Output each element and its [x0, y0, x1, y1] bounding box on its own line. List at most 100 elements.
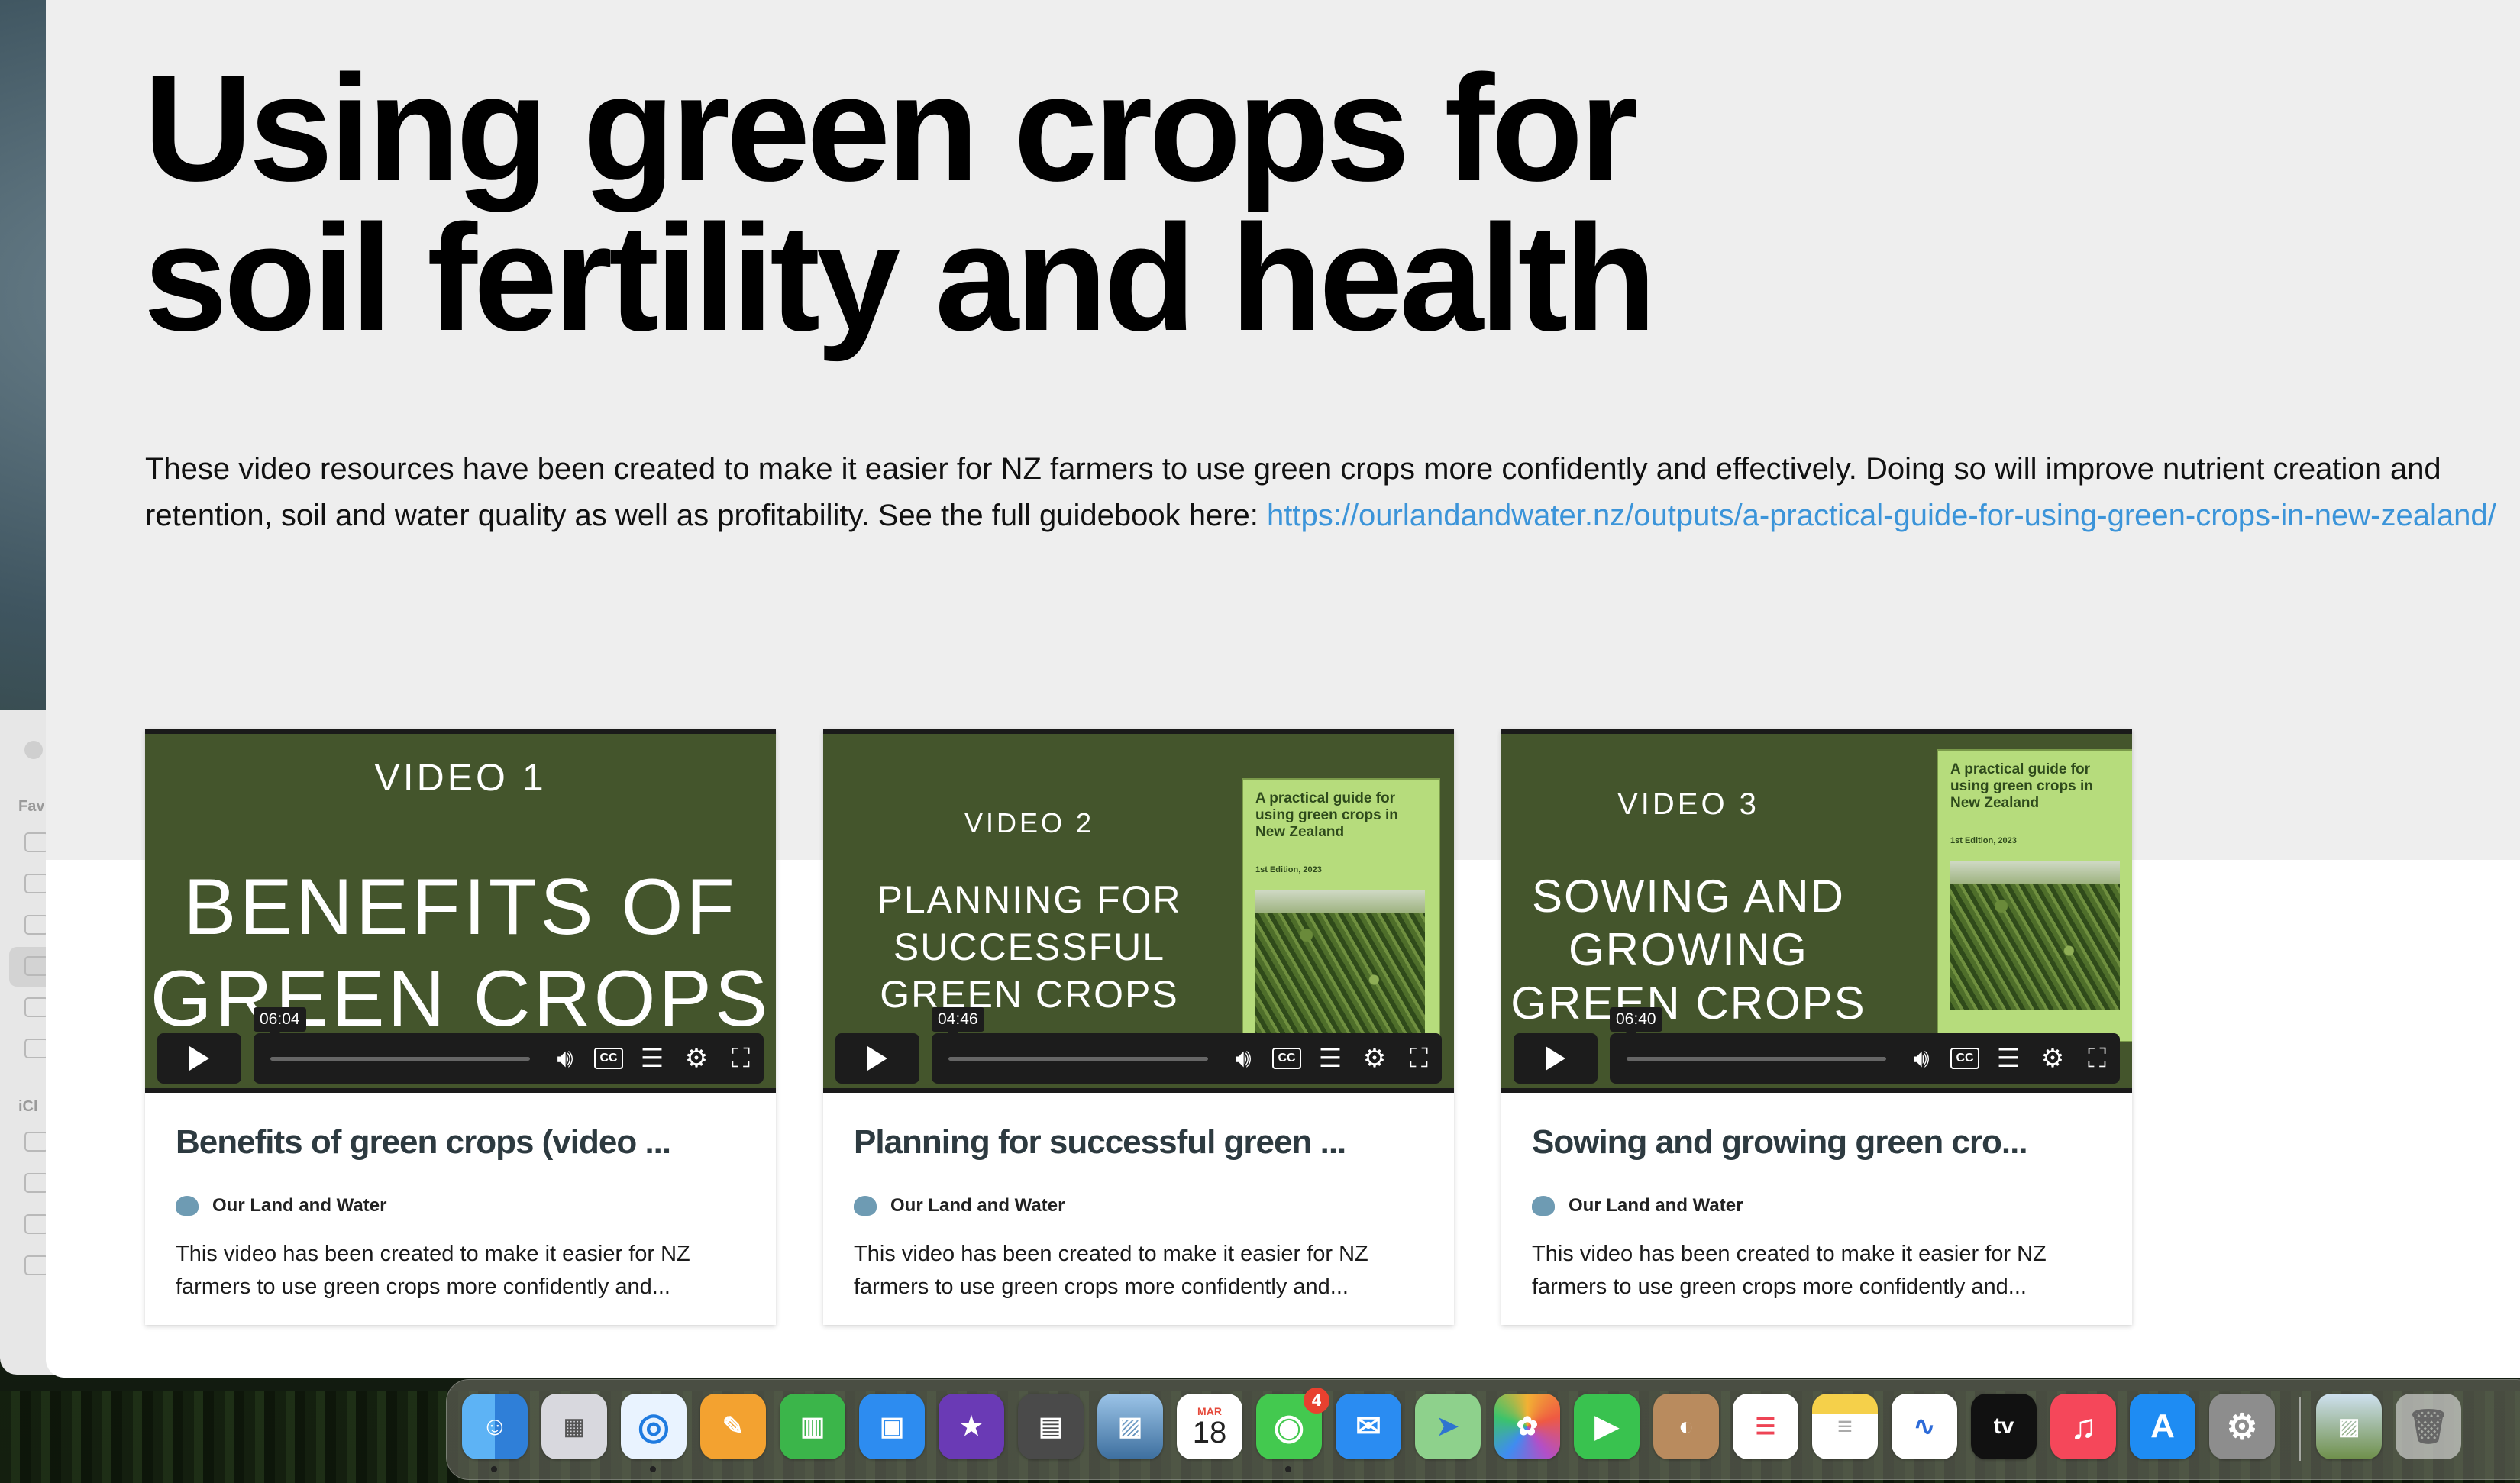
- settings-gear-icon[interactable]: ⚙: [1359, 1044, 1390, 1073]
- contacts-icon[interactable]: ◐: [1653, 1394, 1719, 1459]
- facetime-icon[interactable]: ▶: [1574, 1394, 1640, 1459]
- video-thumbnail[interactable]: VIDEO 2 PLANNING FOR SUCCESSFUL GREEN CR…: [823, 729, 1454, 1093]
- author-name[interactable]: Our Land and Water: [1569, 1195, 1743, 1216]
- reminders-icon[interactable]: ☰: [1733, 1394, 1798, 1459]
- video-title[interactable]: Planning for successful green ...: [854, 1123, 1346, 1162]
- closed-captions-icon[interactable]: CC: [594, 1048, 623, 1069]
- calculator-icon[interactable]: ▤: [1018, 1394, 1084, 1459]
- thumb-title-line3: GREEN CROPS: [1510, 977, 1866, 1029]
- guidebook-photo: [1255, 890, 1425, 1039]
- author-name[interactable]: Our Land and Water: [890, 1195, 1065, 1216]
- settings-gear-icon[interactable]: ⚙: [2037, 1044, 2068, 1073]
- video-card-2[interactable]: VIDEO 2 PLANNING FOR SUCCESSFUL GREEN CR…: [823, 729, 1454, 1325]
- running-indicator: [491, 1466, 497, 1472]
- control-icons: 🔊︎ CC ☰ ⚙ ⛶: [1228, 1044, 1434, 1073]
- safari-icon[interactable]: ◎: [621, 1394, 687, 1459]
- page-title-line1: Using green crops for: [144, 44, 1638, 212]
- apple-tv-label: tv: [1993, 1414, 2014, 1439]
- numbers-icon[interactable]: ▥: [780, 1394, 845, 1459]
- maps-icon[interactable]: ➤: [1415, 1394, 1481, 1459]
- video-title[interactable]: Sowing and growing green cro...: [1532, 1123, 2028, 1162]
- launchpad-icon[interactable]: ▦: [541, 1394, 607, 1459]
- volume-icon[interactable]: 🔊︎: [550, 1044, 580, 1073]
- apple-tv-icon[interactable]: tv: [1971, 1394, 2037, 1459]
- play-icon: [189, 1046, 209, 1071]
- freeform-icon[interactable]: ∿: [1892, 1394, 1957, 1459]
- transcript-icon[interactable]: ☰: [637, 1044, 667, 1073]
- calendar-icon[interactable]: MAR 18: [1177, 1394, 1242, 1459]
- duration-label: 06:04: [254, 1007, 306, 1038]
- video-thumbnail[interactable]: VIDEO 1 BENEFITS OF GREEN CROPS 06:04 🔊︎…: [145, 729, 776, 1093]
- fullscreen-icon[interactable]: ⛶: [1404, 1044, 1434, 1073]
- thumb-title-line1: SOWING AND: [1531, 871, 1846, 922]
- transcript-icon[interactable]: ☰: [1993, 1044, 2024, 1073]
- closed-captions-icon[interactable]: CC: [1272, 1048, 1301, 1069]
- photos-icon[interactable]: ✿: [1494, 1394, 1560, 1459]
- author-logo-icon: [1532, 1196, 1555, 1216]
- trash-icon[interactable]: 🗑︎: [2396, 1394, 2461, 1459]
- duration-label: 06:40: [1610, 1007, 1662, 1038]
- author-logo-icon: [854, 1196, 877, 1216]
- thumb-title-line2: SUCCESSFUL: [893, 926, 1166, 968]
- recent-image-stack-icon[interactable]: ▨: [2316, 1394, 2382, 1459]
- keynote-icon[interactable]: ▣: [859, 1394, 925, 1459]
- guidebook-title: A practical guide for using green crops …: [1255, 790, 1398, 840]
- duration-label: 04:46: [932, 1007, 984, 1038]
- mail-icon[interactable]: ✉: [1336, 1394, 1401, 1459]
- play-button[interactable]: [1514, 1033, 1598, 1084]
- imovie-icon[interactable]: ★: [939, 1394, 1004, 1459]
- author-logo-icon: [176, 1196, 199, 1216]
- page-description: These video resources have been created …: [145, 446, 2520, 539]
- dock-separator: [2299, 1397, 2301, 1461]
- settings-gear-icon[interactable]: ⚙: [681, 1044, 712, 1073]
- control-bar: 06:40 🔊︎ CC ☰ ⚙ ⛶: [1610, 1007, 2120, 1084]
- sidebar-section-icloud: iCl: [18, 1098, 38, 1115]
- play-icon: [1546, 1046, 1565, 1071]
- thumb-title-line1: PLANNING FOR: [877, 878, 1182, 921]
- closed-captions-icon[interactable]: CC: [1950, 1048, 1979, 1069]
- video-title[interactable]: Benefits of green crops (video ...: [176, 1123, 671, 1162]
- preview-icon[interactable]: ▨: [1097, 1394, 1163, 1459]
- video-controls: 06:04 🔊︎ CC ☰ ⚙ ⛶: [157, 1007, 764, 1084]
- pages-icon[interactable]: ✎: [700, 1394, 766, 1459]
- transcript-icon[interactable]: ☰: [1315, 1044, 1346, 1073]
- fullscreen-icon[interactable]: ⛶: [2082, 1044, 2112, 1073]
- thumb-video-number: VIDEO 3: [1617, 787, 1759, 821]
- video-controls: 06:40 🔊︎ CC ☰ ⚙ ⛶: [1514, 1007, 2120, 1084]
- fullscreen-icon[interactable]: ⛶: [725, 1044, 756, 1073]
- thumb-title-line2: GREEN CROPS: [150, 955, 771, 1043]
- video-card-3[interactable]: VIDEO 3 SOWING AND GROWING GREEN CROPS A…: [1501, 729, 2132, 1325]
- progress-track[interactable]: [948, 1057, 1208, 1061]
- guidebook-link[interactable]: https://ourlandandwater.nz/outputs/a-pra…: [1267, 499, 2496, 532]
- sidebar-section-favorites: Fav: [18, 798, 45, 815]
- thumb-title-line3: GREEN CROPS: [880, 973, 1179, 1016]
- app-store-icon[interactable]: A: [2130, 1394, 2195, 1459]
- video-card-1[interactable]: VIDEO 1 BENEFITS OF GREEN CROPS 06:04 🔊︎…: [145, 729, 776, 1325]
- thumb-video-number: VIDEO 2: [964, 807, 1095, 838]
- video-description: This video has been created to make it e…: [176, 1242, 690, 1299]
- notes-icon[interactable]: ≡: [1812, 1394, 1878, 1459]
- system-settings-icon[interactable]: ⚙: [2209, 1394, 2275, 1459]
- finder-icon[interactable]: ☺: [462, 1394, 528, 1459]
- macos-dock: ☺ ▦ ◎ ✎ ▥ ▣ ★ ▤ ▨ MAR 18 ◉ 4 ✉ ➤ ✿ ▶ ◐ ☰…: [446, 1379, 2520, 1480]
- video-thumbnail[interactable]: VIDEO 3 SOWING AND GROWING GREEN CROPS A…: [1501, 729, 2132, 1093]
- play-button[interactable]: [157, 1033, 241, 1084]
- page-title-line2: soil fertility and health: [144, 193, 1656, 362]
- video-description: This video has been created to make it e…: [854, 1242, 1368, 1299]
- play-button[interactable]: [835, 1033, 919, 1084]
- video-description: This video has been created to make it e…: [1532, 1242, 2047, 1299]
- browser-page: Using green crops for soil fertility and…: [46, 0, 2520, 1378]
- guidebook-photo: [1950, 861, 2120, 1010]
- guidebook-edition: 1st Edition, 2023: [1255, 865, 1322, 874]
- progress-track[interactable]: [1627, 1057, 1886, 1061]
- window-close-button[interactable]: [24, 741, 43, 759]
- volume-icon[interactable]: 🔊︎: [1228, 1044, 1258, 1073]
- music-icon[interactable]: ♫: [2050, 1394, 2116, 1459]
- control-icons: 🔊︎ CC ☰ ⚙ ⛶: [550, 1044, 756, 1073]
- running-indicator: [650, 1466, 656, 1472]
- progress-track[interactable]: [270, 1057, 530, 1061]
- guidebook-cover: A practical guide for using green crops …: [1937, 749, 2132, 1042]
- running-indicator: [1285, 1466, 1291, 1472]
- author-name[interactable]: Our Land and Water: [212, 1195, 386, 1216]
- volume-icon[interactable]: 🔊︎: [1906, 1044, 1937, 1073]
